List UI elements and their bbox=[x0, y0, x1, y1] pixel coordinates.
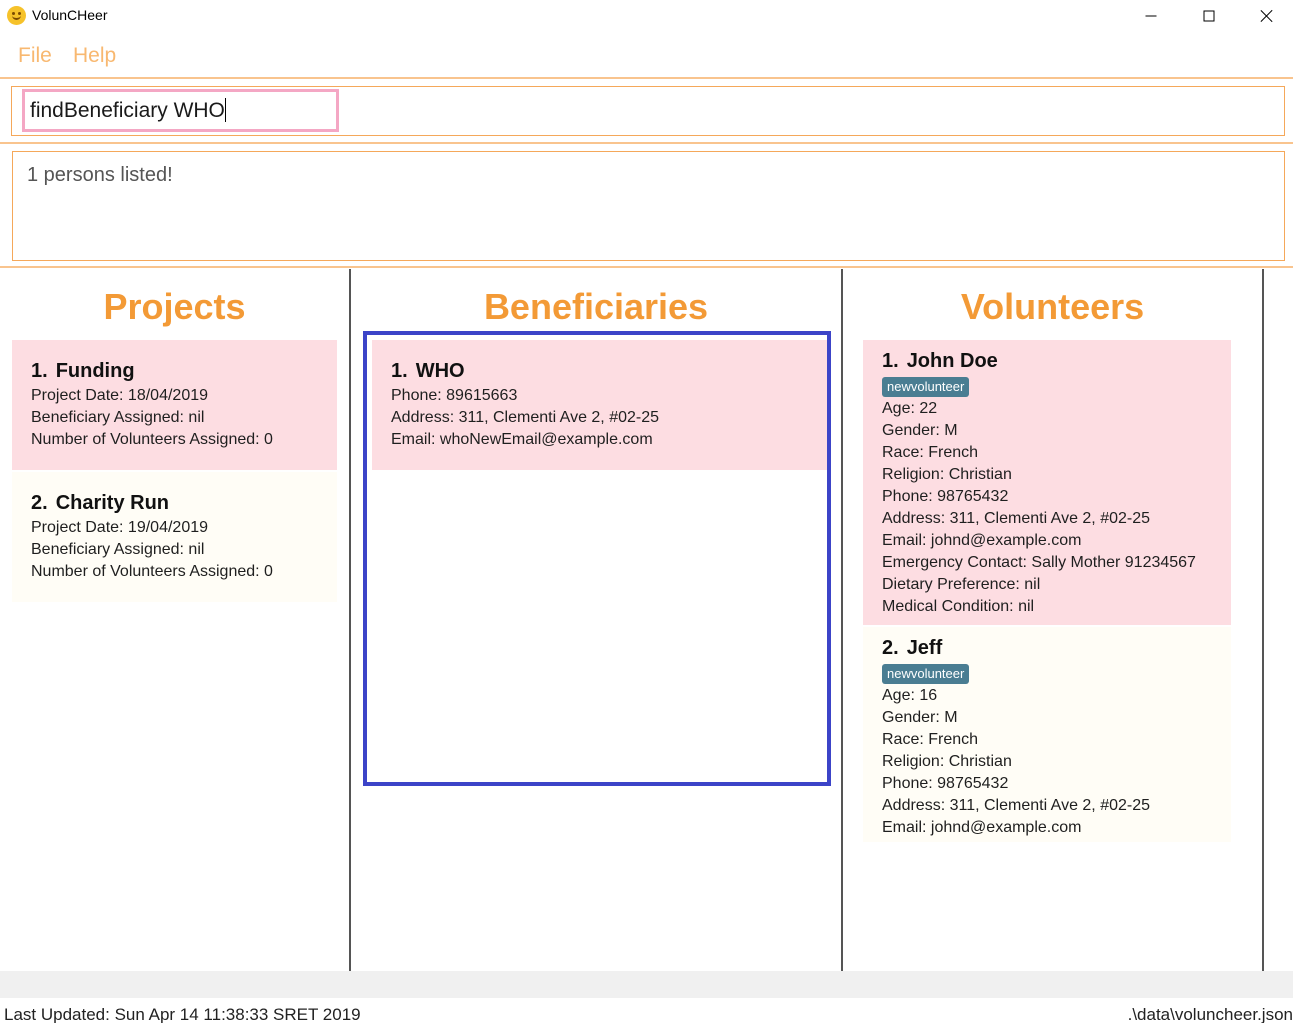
project-beneficiary: Beneficiary Assigned: nil bbox=[31, 409, 205, 426]
volunteer-email: Email: johnd@example.com bbox=[882, 532, 1082, 549]
text-caret bbox=[224, 98, 226, 122]
beneficiary-email: Email: whoNewEmail@example.com bbox=[391, 431, 653, 448]
project-volunteer-count: Number of Volunteers Assigned: 0 bbox=[31, 563, 273, 580]
project-beneficiary: Beneficiary Assigned: nil bbox=[31, 541, 205, 558]
volunteer-tag: newvolunteer bbox=[882, 377, 970, 397]
project-date: Project Date: 18/04/2019 bbox=[31, 387, 209, 404]
close-button[interactable] bbox=[1238, 0, 1293, 32]
smiley-app-icon bbox=[7, 6, 26, 25]
project-card[interactable]: 1. Funding Project Date: 18/04/2019 Benef… bbox=[12, 340, 337, 470]
volunteer-religion: Religion: Christian bbox=[882, 753, 1012, 770]
minimize-icon bbox=[1145, 15, 1157, 17]
volunteer-phone: Phone: 98765432 bbox=[882, 775, 1009, 792]
volunteer-age: Age: 16 bbox=[882, 687, 938, 704]
volunteer-name: 2. Jeff bbox=[882, 637, 943, 659]
volunteers-heading: Volunteers bbox=[960, 286, 1145, 327]
volunteer-age: Age: 22 bbox=[882, 400, 938, 417]
project-date: Project Date: 19/04/2019 bbox=[31, 519, 209, 536]
volunteer-address: Address: 311, Clementi Ave 2, #02-25 bbox=[882, 797, 1151, 814]
command-input[interactable]: findBeneficiary WHO bbox=[22, 89, 339, 132]
result-message: 1 persons listed! bbox=[27, 164, 173, 186]
volunteer-phone: Phone: 98765432 bbox=[882, 488, 1009, 505]
divider bbox=[0, 77, 1293, 79]
volunteer-emergency-contact: Emergency Contact: Sally Mother 91234567 bbox=[882, 554, 1196, 571]
project-name: 2. Charity Run bbox=[31, 492, 170, 514]
title-bar: VolunCHeer bbox=[0, 0, 1293, 32]
command-text: findBeneficiary WHO bbox=[30, 99, 225, 122]
window-title: VolunCHeer bbox=[32, 7, 108, 23]
menu-bar: File Help bbox=[0, 32, 1293, 76]
project-volunteer-count: Number of Volunteers Assigned: 0 bbox=[31, 431, 273, 448]
beneficiary-card[interactable]: 1. WHO Phone: 89615663 Address: 311, Clem… bbox=[372, 340, 827, 470]
volunteer-tag: newvolunteer bbox=[882, 664, 970, 684]
column-divider bbox=[349, 269, 351, 971]
column-divider bbox=[1262, 269, 1264, 971]
save-file-path: .\data\voluncheer.json bbox=[1127, 1005, 1293, 1023]
volunteer-card[interactable]: 2. Jeff newvolunteer Age: 16 Gender: M Ra… bbox=[863, 627, 1231, 842]
volunteer-card[interactable]: 1. John Doe newvolunteer Age: 22 Gender: … bbox=[863, 340, 1231, 625]
maximize-icon bbox=[1203, 10, 1215, 22]
project-name: 1. Funding bbox=[31, 360, 135, 382]
divider bbox=[0, 142, 1293, 144]
maximize-button[interactable] bbox=[1180, 0, 1238, 32]
result-display: 1 persons listed! bbox=[12, 151, 1285, 261]
beneficiary-name: 1. WHO bbox=[391, 360, 465, 382]
volunteer-name: 1. John Doe bbox=[882, 350, 998, 372]
beneficiary-address: Address: 311, Clementi Ave 2, #02-25 bbox=[391, 409, 660, 426]
app-window: VolunCHeer File Help findBeneficiary WHO… bbox=[0, 0, 1293, 1023]
status-bar-background bbox=[0, 971, 1293, 998]
volunteer-race: Race: French bbox=[882, 444, 979, 461]
volunteer-address: Address: 311, Clementi Ave 2, #02-25 bbox=[882, 510, 1151, 527]
volunteer-medical: Medical Condition: nil bbox=[882, 598, 1035, 615]
volunteer-gender: Gender: M bbox=[882, 709, 958, 726]
divider bbox=[0, 266, 1293, 268]
last-updated-status: Last Updated: Sun Apr 14 11:38:33 SRET 2… bbox=[4, 1005, 361, 1023]
minimize-button[interactable] bbox=[1122, 0, 1180, 32]
volunteer-gender: Gender: M bbox=[882, 422, 958, 439]
close-icon bbox=[1260, 9, 1274, 23]
menu-file[interactable]: File bbox=[18, 44, 52, 68]
beneficiaries-heading: Beneficiaries bbox=[483, 286, 709, 327]
volunteer-dietary: Dietary Preference: nil bbox=[882, 576, 1041, 593]
beneficiary-phone: Phone: 89615663 bbox=[391, 387, 518, 404]
project-card[interactable]: 2. Charity Run Project Date: 19/04/2019 B… bbox=[12, 472, 337, 602]
column-divider bbox=[841, 269, 843, 971]
projects-heading: Projects bbox=[103, 286, 246, 327]
volunteer-race: Race: French bbox=[882, 731, 979, 748]
menu-help[interactable]: Help bbox=[73, 44, 116, 68]
volunteer-email: Email: johnd@example.com bbox=[882, 819, 1082, 836]
volunteer-religion: Religion: Christian bbox=[882, 466, 1012, 483]
